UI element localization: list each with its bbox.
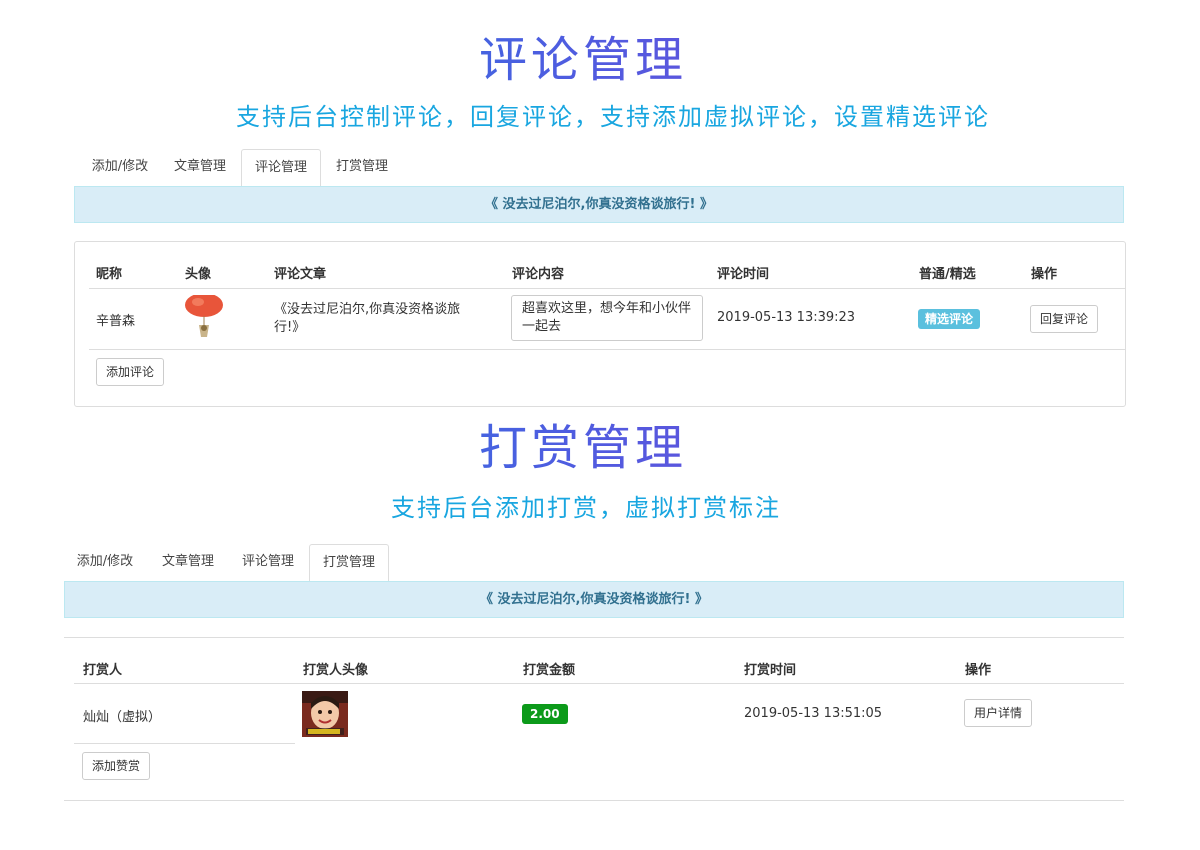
col-header-avatar: 头像	[185, 267, 212, 282]
col-header-tipper-avatar: 打赏人头像	[303, 663, 369, 678]
reply-comment-button[interactable]: 回复评论	[1030, 305, 1099, 333]
comments-panel: 昵称 头像 评论文章 评论内容 评论时间 普通/精选 操作 辛普森 《没去过尼泊…	[74, 241, 1126, 407]
col-header-content: 评论内容	[512, 267, 565, 282]
header-divider	[89, 288, 1125, 289]
section-title-tips: 打赏管理	[0, 420, 1166, 476]
featured-status-badge[interactable]: 精选评论	[918, 309, 981, 329]
article-banner: 《 没去过尼泊尔,你真没资格谈旅行! 》	[74, 186, 1124, 223]
tab-articles[interactable]: 文章管理	[165, 149, 235, 187]
col-header-tipper: 打赏人	[83, 663, 123, 678]
tab-comments[interactable]: 评论管理	[232, 544, 304, 582]
tab-add-edit[interactable]: 添加/修改	[66, 544, 144, 582]
cell-time: 2019-05-13 13:39:23	[717, 310, 856, 325]
col-header-status: 普通/精选	[919, 267, 976, 282]
add-tip-button[interactable]: 添加赞赏	[82, 752, 151, 780]
child-photo-avatar-icon	[302, 691, 348, 737]
col-header-amount: 打赏金额	[523, 663, 576, 678]
section-title-comments: 评论管理	[0, 32, 1166, 88]
user-details-button[interactable]: 用户详情	[964, 699, 1033, 727]
row-divider	[89, 349, 1125, 350]
cell-nickname: 辛普森	[96, 314, 136, 329]
comment-content-textarea[interactable]: 超喜欢这里，想今年和小伙伴一起去	[511, 295, 703, 341]
cell-time: 2019-05-13 13:51:05	[744, 706, 883, 721]
section-subtitle-comments: 支持后台控制评论，回复评论，支持添加虚拟评论，设置精选评论	[236, 103, 990, 131]
tabs-tips: 添加/修改 文章管理 评论管理 打赏管理	[64, 544, 1124, 582]
panel-top-border	[64, 637, 1124, 638]
add-comment-button[interactable]: 添加评论	[96, 358, 165, 386]
tab-articles[interactable]: 文章管理	[152, 544, 224, 582]
cell-article[interactable]: 《没去过尼泊尔,你真没资格谈旅行!》	[274, 301, 474, 337]
col-header-article: 评论文章	[274, 267, 327, 282]
tip-amount-badge: 2.00	[522, 704, 568, 724]
tab-tips[interactable]: 打赏管理	[309, 544, 389, 582]
row-divider	[74, 743, 295, 744]
section-subtitle-tips: 支持后台添加打赏，虚拟打赏标注	[391, 494, 781, 522]
tab-comments[interactable]: 评论管理	[241, 149, 321, 187]
article-banner: 《 没去过尼泊尔,你真没资格谈旅行! 》	[64, 581, 1124, 618]
col-header-time: 评论时间	[717, 267, 770, 282]
tab-add-edit[interactable]: 添加/修改	[78, 149, 162, 187]
balloon-avatar-icon	[183, 293, 225, 341]
header-divider	[74, 683, 1124, 684]
panel-bottom-border	[64, 800, 1124, 801]
tab-tips[interactable]: 打赏管理	[325, 149, 399, 187]
cell-tipper: 灿灿（虚拟）	[83, 710, 162, 725]
col-header-action: 操作	[1031, 267, 1058, 282]
col-header-action: 操作	[965, 663, 992, 678]
col-header-nickname: 昵称	[96, 267, 123, 282]
tabs-comments: 添加/修改 文章管理 评论管理 打赏管理	[75, 149, 1124, 187]
col-header-time: 打赏时间	[744, 663, 797, 678]
